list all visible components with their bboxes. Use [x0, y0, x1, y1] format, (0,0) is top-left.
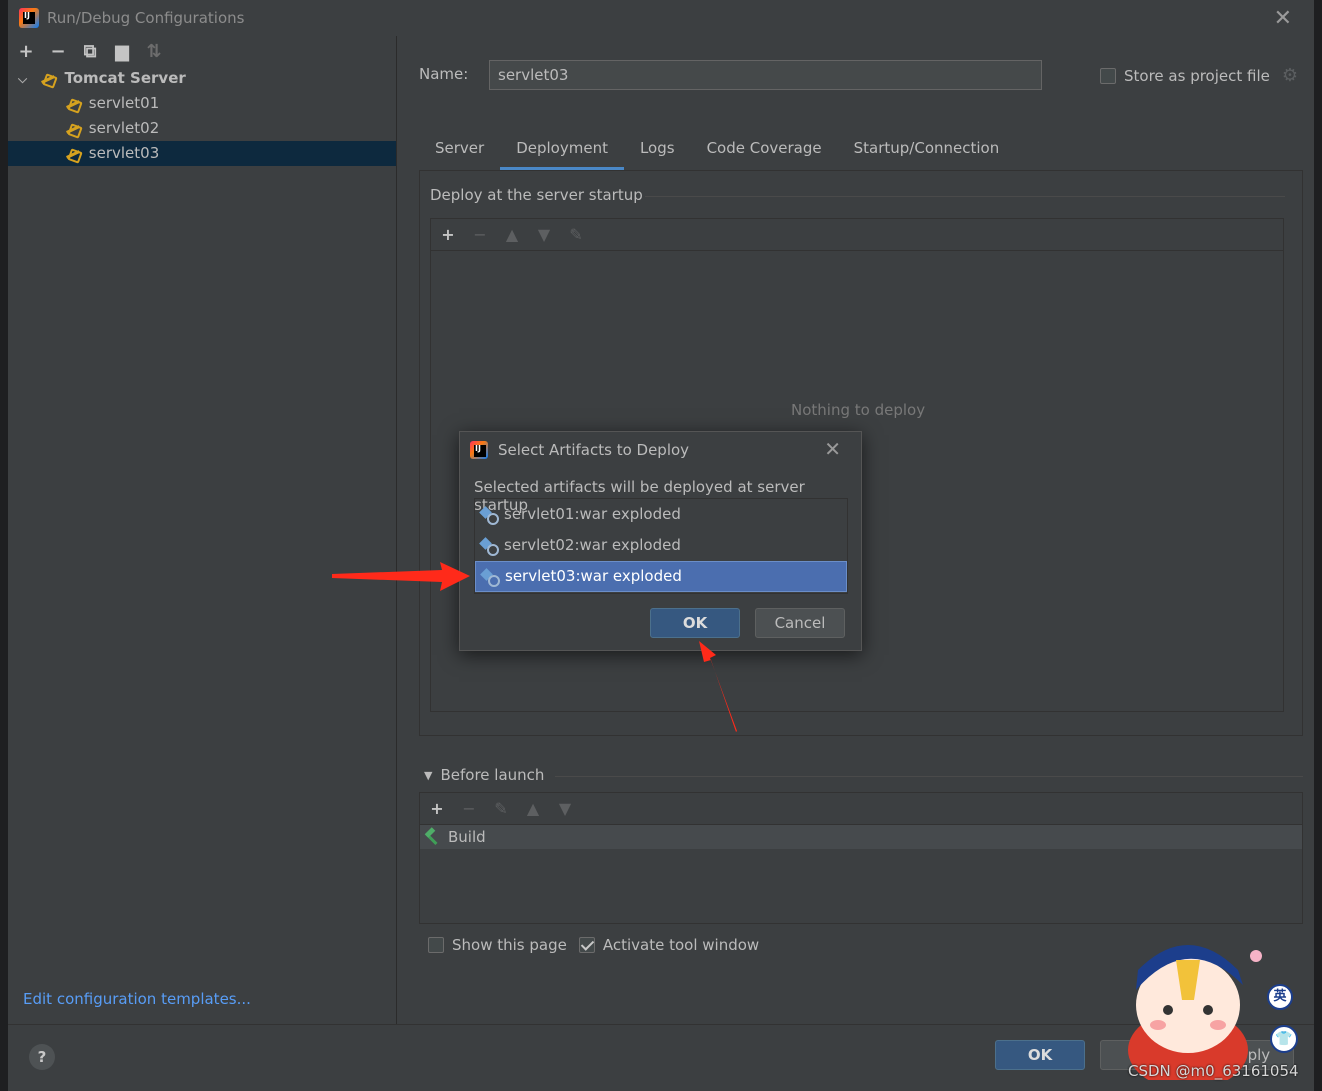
tree-item-servlet01[interactable]: servlet01	[8, 91, 396, 116]
configurations-tree-panel: + − ⧉ ▆ ⇅ ⌵ Tomcat Server servlet01 serv…	[8, 36, 397, 1024]
tomcat-icon	[66, 98, 80, 110]
edit-pencil-icon[interactable]: ✎	[567, 225, 585, 244]
artifact-icon	[480, 537, 499, 556]
tree-toolbar: + − ⧉ ▆ ⇅	[16, 40, 164, 62]
tree-item-servlet03[interactable]: servlet03	[8, 141, 396, 166]
tab-startup-connection[interactable]: Startup/Connection	[838, 136, 1016, 168]
move-up-icon[interactable]: ▲	[503, 225, 521, 244]
before-launch-list[interactable]: + − ✎ ▲ ▼ Build	[419, 792, 1303, 924]
chevron-down-icon[interactable]: ⌵	[18, 67, 36, 92]
move-up-icon[interactable]: ▲	[524, 799, 542, 818]
artifact-item-servlet02[interactable]: servlet02:war exploded	[475, 530, 847, 561]
before-launch-item-build[interactable]: Build	[420, 825, 1302, 849]
title-bar: IJ Run/Debug Configurations ✕	[8, 0, 1314, 36]
tree-item-servlet02[interactable]: servlet02	[8, 116, 396, 141]
select-artifacts-dialog: IJ Select Artifacts to Deploy ✕ Selected…	[459, 431, 862, 651]
shirt-badge-icon[interactable]: 👕	[1270, 1025, 1298, 1053]
remove-task-minus-icon[interactable]: −	[460, 799, 478, 818]
move-down-icon[interactable]: ▼	[535, 225, 553, 244]
store-as-project-file-checkbox[interactable]	[1100, 67, 1116, 84]
help-button[interactable]: ?	[29, 1044, 55, 1070]
build-hammer-icon	[424, 829, 442, 845]
tomcat-icon	[66, 148, 80, 160]
activate-tool-window-label: Activate tool window	[602, 936, 760, 954]
csdn-watermark: CSDN @m0_63161054	[1128, 1062, 1299, 1080]
gear-icon[interactable]: ⚙	[1282, 65, 1298, 86]
name-input[interactable]	[489, 60, 1042, 90]
remove-configuration-minus-icon[interactable]: −	[48, 41, 68, 62]
artifact-label: servlet01:war exploded	[504, 505, 681, 523]
close-dialog-icon[interactable]: ✕	[824, 437, 841, 461]
config-tabs: Server Deployment Logs Code Coverage Sta…	[419, 136, 1016, 170]
dialog-ok-button[interactable]: OK	[650, 608, 740, 638]
tomcat-icon	[41, 73, 55, 85]
before-launch-toolbar: + − ✎ ▲ ▼	[420, 793, 1302, 825]
dialog-title: Select Artifacts to Deploy	[498, 441, 690, 459]
tab-deployment[interactable]: Deployment	[500, 136, 624, 170]
artifact-item-servlet01[interactable]: servlet01:war exploded	[475, 499, 847, 530]
artifacts-list[interactable]: servlet01:war exploded servlet02:war exp…	[474, 498, 848, 594]
tree-node-tomcat-server[interactable]: ⌵ Tomcat Server	[8, 66, 396, 91]
edit-pencil-icon[interactable]: ✎	[492, 799, 510, 818]
intellij-app-icon: IJ	[470, 441, 488, 459]
add-task-plus-icon[interactable]: +	[428, 799, 446, 818]
intellij-app-icon: IJ	[19, 8, 39, 28]
remove-artifact-minus-icon[interactable]: −	[471, 225, 489, 244]
tab-logs[interactable]: Logs	[624, 136, 691, 168]
collapse-triangle-icon[interactable]: ▼	[424, 769, 432, 782]
window-title: Run/Debug Configurations	[47, 9, 245, 27]
before-launch-section: ▼ Before launch + − ✎ ▲ ▼ Build	[419, 764, 1303, 924]
tab-code-coverage[interactable]: Code Coverage	[691, 136, 838, 168]
before-launch-item-label: Build	[448, 828, 486, 846]
new-folder-icon[interactable]: ▆	[112, 41, 132, 62]
artifact-icon	[481, 568, 500, 587]
show-this-page-label: Show this page	[452, 936, 567, 954]
show-this-page-checkbox[interactable]	[428, 937, 444, 953]
close-window-icon[interactable]: ✕	[1274, 6, 1292, 31]
tomcat-icon	[66, 123, 80, 135]
move-down-icon[interactable]: ▼	[556, 799, 574, 818]
store-as-project-file[interactable]: Store as project file ⚙	[1100, 65, 1298, 86]
add-configuration-plus-icon[interactable]: +	[16, 41, 36, 62]
footer-options: Show this page Activate tool window	[428, 936, 759, 954]
before-launch-header[interactable]: ▼ Before launch	[424, 766, 544, 784]
before-launch-label: Before launch	[440, 766, 545, 784]
nothing-to-deploy-text: Nothing to deploy	[791, 401, 926, 419]
artifact-label: servlet02:war exploded	[504, 536, 681, 554]
tree-item-label: servlet02	[88, 119, 160, 137]
edit-configuration-templates-link[interactable]: Edit configuration templates...	[23, 990, 251, 1008]
tree-node-label: Tomcat Server	[64, 69, 186, 87]
tab-server[interactable]: Server	[419, 136, 500, 168]
language-badge-icon[interactable]: 英	[1267, 984, 1293, 1010]
artifact-icon	[480, 506, 499, 525]
tree-item-label: servlet03	[88, 144, 160, 162]
artifact-label: servlet03:war exploded	[505, 567, 682, 585]
activate-tool-window-option[interactable]: Activate tool window	[578, 936, 760, 954]
deploy-toolbar: + − ▲ ▼ ✎	[431, 219, 1283, 251]
section-divider	[555, 776, 1303, 777]
tree-item-label: servlet01	[88, 94, 160, 112]
show-this-page-option[interactable]: Show this page	[428, 936, 567, 954]
dialog-cancel-button[interactable]: Cancel	[755, 608, 845, 638]
copy-configuration-icon[interactable]: ⧉	[80, 41, 100, 62]
section-divider	[645, 196, 1285, 197]
sort-configurations-icon[interactable]: ⇅	[144, 41, 164, 62]
activate-tool-window-checkbox[interactable]	[578, 937, 595, 953]
store-as-project-file-label: Store as project file	[1124, 66, 1270, 85]
add-artifact-plus-icon[interactable]: +	[439, 225, 457, 244]
artifact-item-servlet03[interactable]: servlet03:war exploded	[475, 561, 847, 592]
ok-button[interactable]: OK	[995, 1040, 1085, 1070]
configurations-tree: ⌵ Tomcat Server servlet01 servlet02 serv…	[8, 66, 396, 166]
name-label: Name:	[419, 65, 469, 83]
deploy-at-startup-label: Deploy at the server startup	[430, 186, 643, 204]
